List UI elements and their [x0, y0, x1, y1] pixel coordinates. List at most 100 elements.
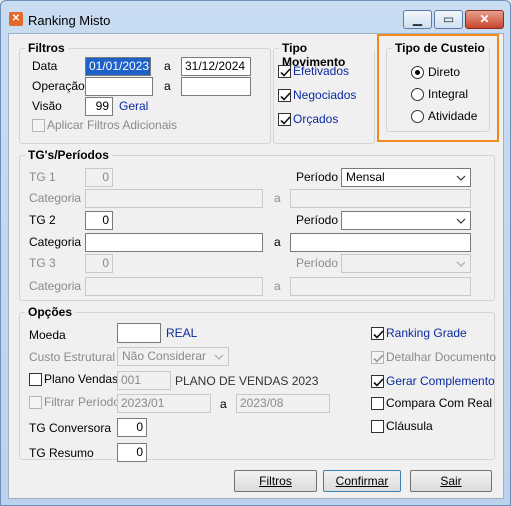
efetivados-label: Efetivados: [293, 64, 350, 78]
tg-periodos-legend: TG's/Períodos: [25, 148, 112, 162]
filtrar-periodo-label: Filtrar Período: [44, 395, 121, 409]
negociados-label: Negociados: [293, 88, 357, 102]
checkbox-box: [371, 396, 384, 410]
moeda-label: Moeda: [29, 328, 66, 342]
plano-desc: PLANO DE VENDAS 2023: [175, 374, 319, 388]
ranking-grade-label: Ranking Grade: [386, 326, 467, 340]
data-a-label: a: [164, 59, 171, 73]
tg1-label: TG 1: [29, 170, 56, 184]
compara-com-real-checkbox[interactable]: Compara Com Real: [371, 396, 492, 410]
filtros-legend: Filtros: [25, 41, 68, 55]
radio-selected-icon: [411, 65, 424, 79]
filtrar-a-label: a: [220, 397, 227, 411]
confirmar-button-label: Confirmar: [335, 474, 389, 488]
radio-direto[interactable]: Direto: [411, 65, 460, 79]
opcoes-legend: Opções: [25, 305, 76, 319]
categoria1-from-input[interactable]: [85, 189, 263, 208]
periodo3-select[interactable]: [341, 254, 471, 273]
plano-vendas-label: Plano Vendas: [44, 372, 119, 386]
plano-vendas-checkbox[interactable]: Plano Vendas: [29, 372, 118, 386]
confirmar-button[interactable]: Confirmar: [323, 470, 401, 492]
categoria1-to-input[interactable]: [290, 189, 471, 208]
custo-estrutural-value: Não Considerar: [122, 349, 207, 363]
tg-resumo-label: TG Resumo: [29, 446, 94, 460]
tipo-movimento-group: Tipo Movimento Efetivados Negociados Orç…: [273, 41, 375, 144]
categoria1-label: Categoria: [29, 191, 82, 205]
orcados-label: Orçados: [293, 112, 339, 126]
efetivados-checkbox[interactable]: Efetivados: [278, 64, 349, 78]
close-button[interactable]: ✕: [465, 10, 504, 29]
moeda-desc: REAL: [166, 326, 198, 340]
periodo3-label: Período: [296, 256, 339, 270]
filtros-group: Filtros Data 01/01/2023 a 31/12/2024 Ope…: [19, 41, 271, 144]
check-icon: [371, 326, 384, 340]
detalhar-documento-checkbox[interactable]: Detalhar Documento: [371, 350, 496, 364]
detalhar-documento-label: Detalhar Documento: [386, 350, 497, 364]
moeda-input[interactable]: [117, 323, 161, 343]
periodo1-label: Período: [296, 170, 339, 184]
chevron-down-icon: [456, 261, 466, 267]
negociados-checkbox[interactable]: Negociados: [278, 88, 356, 102]
tg1-input[interactable]: 0: [85, 168, 113, 187]
gerar-complemento-checkbox[interactable]: Gerar Complemento: [371, 374, 495, 388]
categoria2-to-input[interactable]: [290, 233, 471, 252]
chevron-down-icon: [214, 354, 224, 360]
categoria3-label: Categoria: [29, 279, 82, 293]
categoria2-from-input[interactable]: [85, 233, 263, 252]
periodo2-select[interactable]: [341, 211, 471, 230]
periodo1-select[interactable]: Mensal: [341, 168, 471, 187]
filtros-button[interactable]: Filtros: [234, 470, 317, 492]
aplicar-filtros-label: Aplicar Filtros Adicionais: [47, 118, 178, 132]
plano-code-input[interactable]: 001: [117, 371, 171, 390]
operacao-from-input[interactable]: [85, 77, 153, 96]
visao-input[interactable]: 99: [85, 97, 113, 116]
check-icon: [278, 88, 291, 102]
chevron-down-icon: [456, 175, 466, 181]
radio-integral[interactable]: Integral: [411, 87, 468, 101]
tg3-input[interactable]: 0: [85, 254, 113, 273]
ranking-grade-checkbox[interactable]: Ranking Grade: [371, 326, 467, 340]
radio-atividade-label: Atividade: [428, 109, 478, 123]
radio-direto-label: Direto: [428, 65, 461, 79]
categoria3-from-input[interactable]: [85, 277, 263, 296]
radio-integral-label: Integral: [428, 87, 469, 101]
checkbox-box: [29, 372, 42, 386]
categoria2-label: Categoria: [29, 235, 82, 249]
tg2-label: TG 2: [29, 213, 56, 227]
categoria1-a-label: a: [274, 191, 281, 205]
sair-button[interactable]: Sair: [410, 470, 492, 492]
data-label: Data: [32, 59, 58, 73]
radio-empty-icon: [411, 109, 424, 123]
data-to-input[interactable]: 31/12/2024: [181, 57, 251, 76]
filtrar-from-input[interactable]: 2023/01: [117, 394, 211, 413]
periodo2-label: Período: [296, 213, 339, 227]
compara-com-real-label: Compara Com Real: [386, 396, 493, 410]
filtros-button-label: Filtros: [259, 474, 292, 488]
orcados-checkbox[interactable]: Orçados: [278, 112, 338, 126]
app-logo-icon: ✕: [9, 12, 23, 26]
minimize-button[interactable]: ▁: [403, 10, 432, 29]
title-bar: ✕ Ranking Misto ▁ ▭ ✕: [1, 1, 510, 33]
chevron-down-icon: [456, 218, 466, 224]
sair-button-label: Sair: [440, 474, 462, 488]
categoria3-a-label: a: [274, 279, 281, 293]
maximize-button[interactable]: ▭: [434, 10, 463, 29]
radio-atividade[interactable]: Atividade: [411, 109, 477, 123]
categoria3-to-input[interactable]: [290, 277, 471, 296]
tg-conversora-input[interactable]: 0: [117, 418, 147, 437]
tg-resumo-input[interactable]: 0: [117, 443, 147, 462]
filtrar-to-input[interactable]: 2023/08: [236, 394, 330, 413]
opcoes-group: Opções Moeda REAL Custo Estrutural Não C…: [19, 305, 496, 462]
aplicar-filtros-checkbox[interactable]: Aplicar Filtros Adicionais: [32, 118, 177, 132]
tg2-input[interactable]: 0: [85, 211, 113, 230]
clausula-checkbox[interactable]: Cláusula: [371, 419, 433, 433]
filtrar-periodo-checkbox[interactable]: Filtrar Período: [29, 395, 120, 409]
visao-desc: Geral: [119, 99, 149, 113]
check-icon: [371, 374, 384, 388]
periodo1-value: Mensal: [346, 170, 385, 184]
data-from-input[interactable]: 01/01/2023: [85, 57, 151, 76]
operacao-label: Operação: [32, 79, 85, 93]
custo-estrutural-select[interactable]: Não Considerar: [117, 347, 229, 366]
operacao-to-input[interactable]: [181, 77, 251, 96]
close-icon: ✕: [479, 12, 490, 26]
